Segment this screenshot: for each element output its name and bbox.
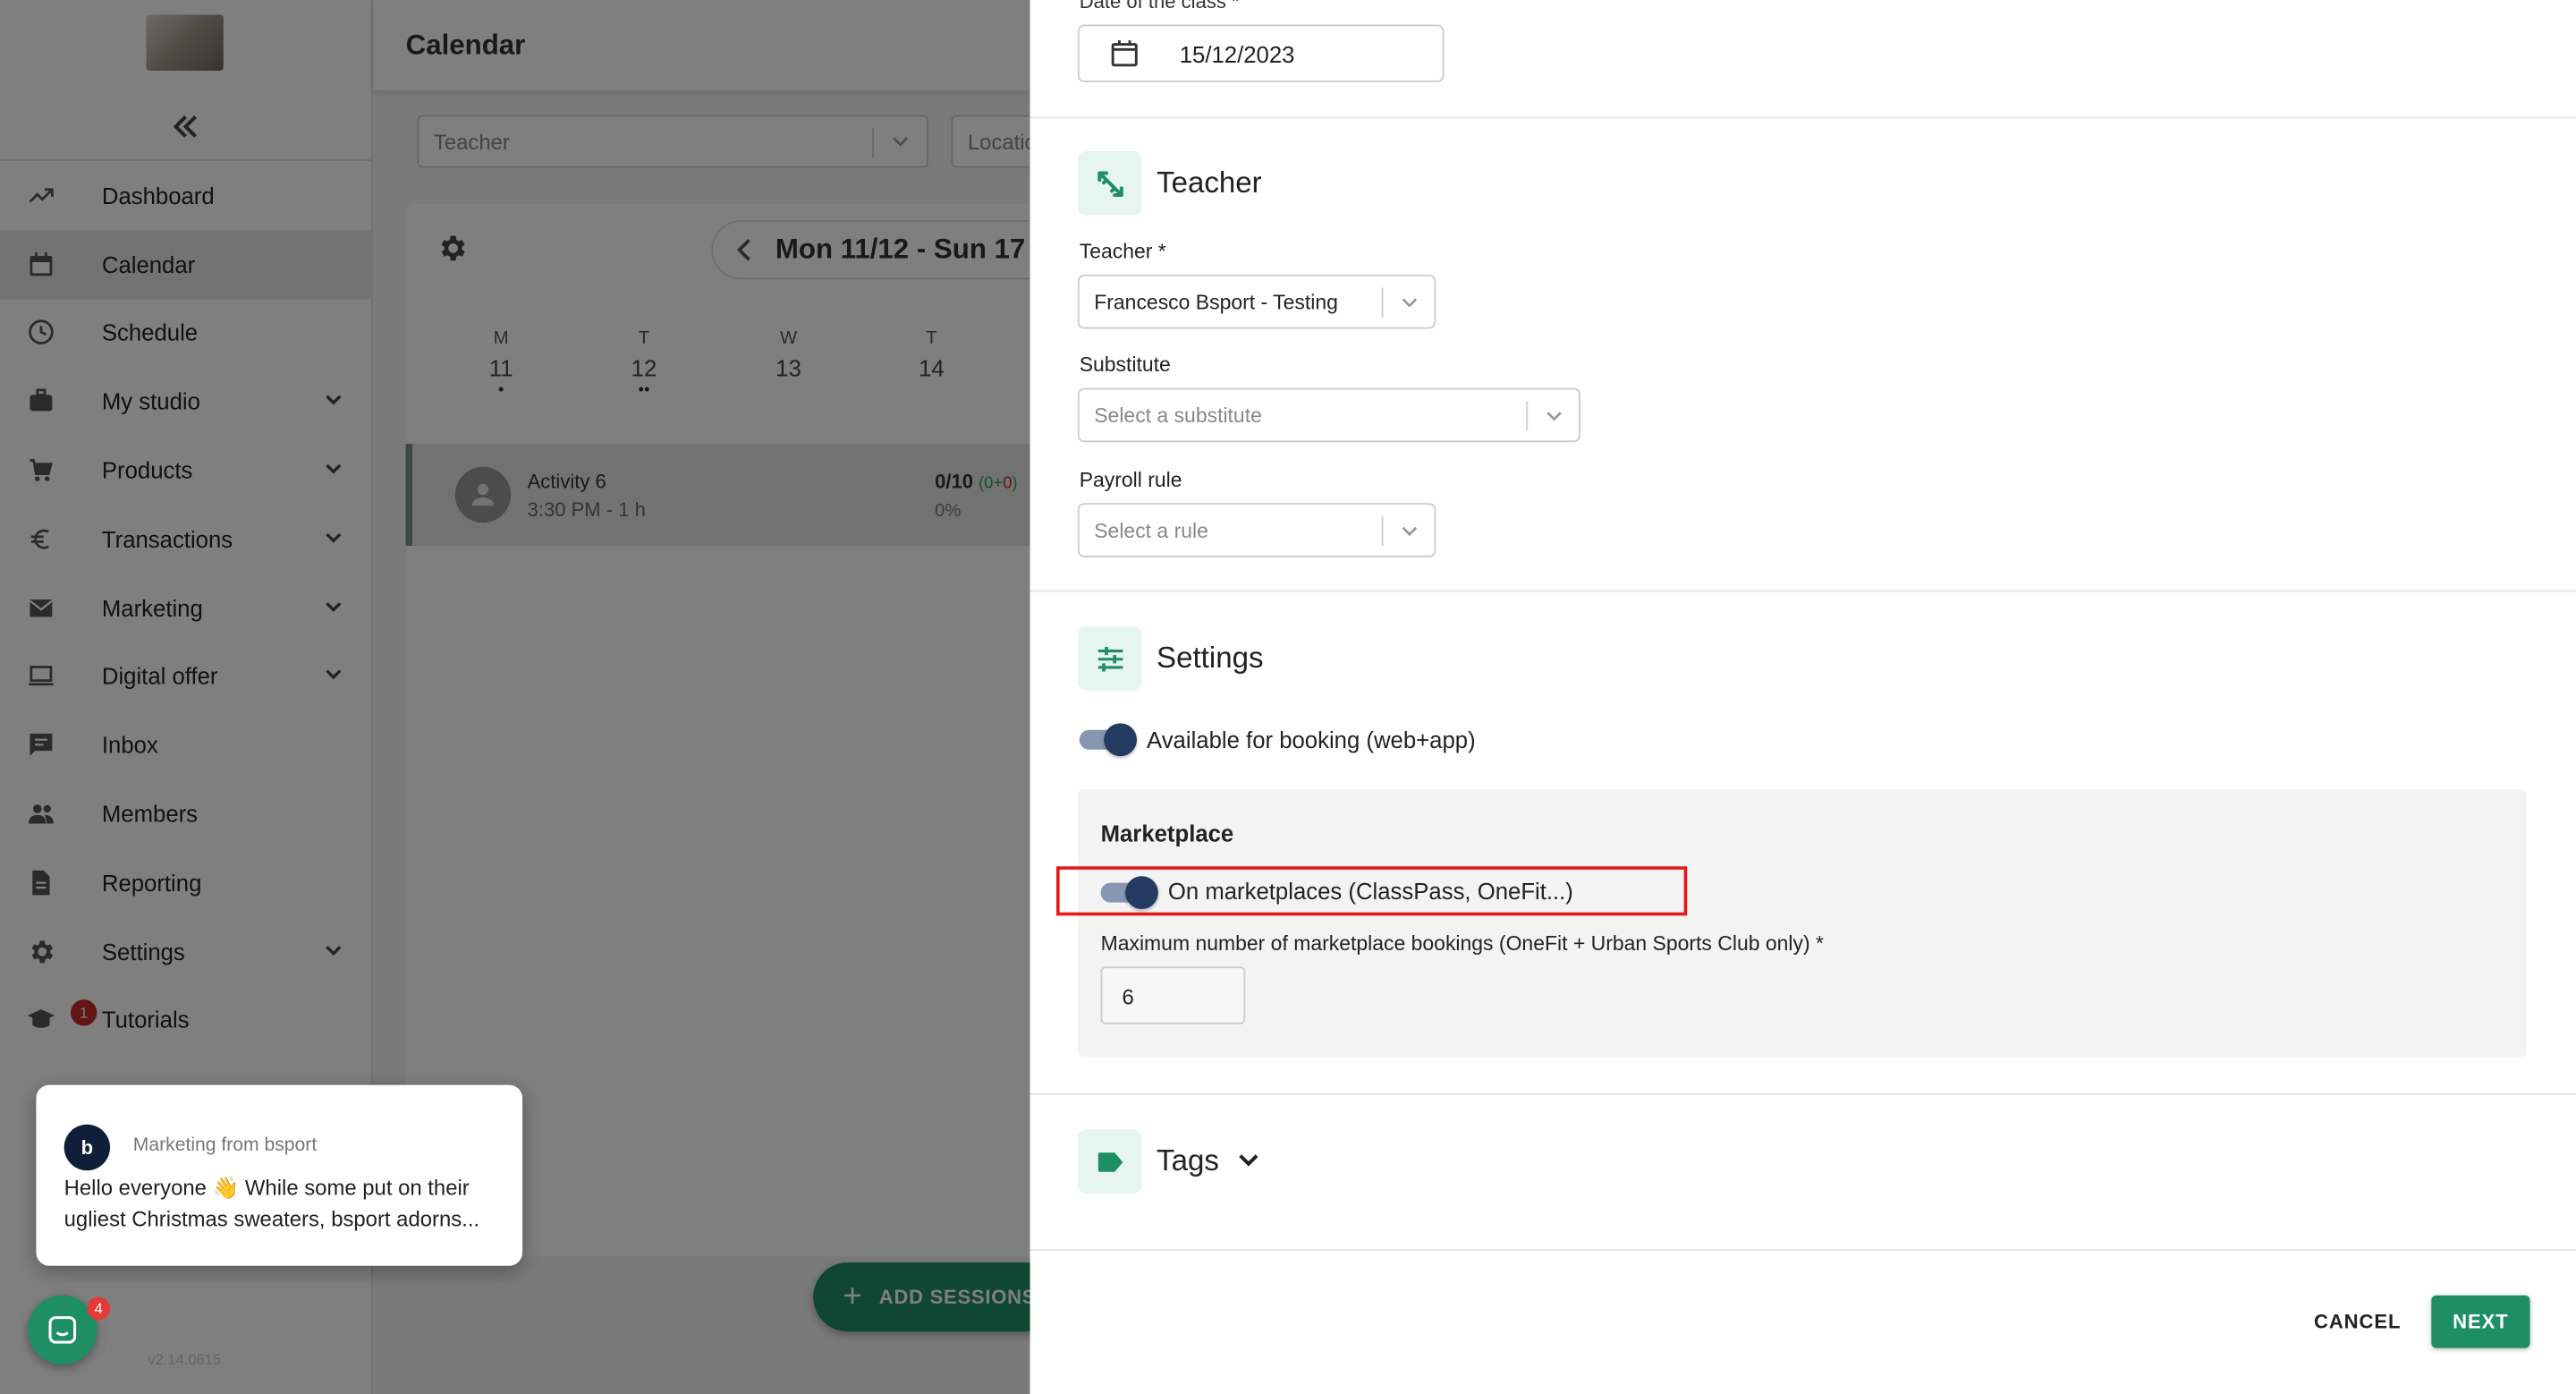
teacher-section-icon — [1077, 151, 1142, 216]
substitute-placeholder: Select a substitute — [1094, 404, 1262, 427]
teacher-select[interactable]: Francesco Bsport - Testing — [1077, 274, 1436, 329]
chevron-down-icon — [1402, 526, 1418, 537]
bsport-logo-icon: b — [64, 1124, 111, 1171]
date-field[interactable]: 15/12/2023 — [1077, 24, 1445, 82]
date-value: 15/12/2023 — [1179, 40, 1295, 67]
marketplace-toggle[interactable] — [1100, 876, 1158, 910]
app-canvas: DashboardCalendarScheduleMy studioProduc… — [0, 0, 2576, 1394]
settings-section-title: Settings — [1157, 641, 1264, 675]
marketplace-panel: Marketplace On marketplaces (ClassPass, … — [1055, 788, 2527, 1058]
notification-popup[interactable]: b Marketing from bsport Hello everyone 👋… — [36, 1084, 523, 1266]
booking-toggle[interactable] — [1079, 723, 1137, 757]
chevron-down-icon — [1402, 298, 1418, 308]
settings-section-icon — [1077, 626, 1142, 691]
payroll-placeholder: Select a rule — [1094, 518, 1208, 542]
teacher-section-title: Teacher — [1157, 166, 1262, 200]
tags-section-title[interactable]: Tags — [1157, 1144, 1219, 1179]
divider — [1030, 116, 2576, 119]
date-label: Date of the class * — [1079, 0, 1240, 13]
cancel-button[interactable]: CANCEL — [2309, 1296, 2405, 1348]
chevron-down-icon[interactable] — [1237, 1149, 1260, 1172]
payroll-label: Payroll rule — [1079, 468, 1182, 492]
popup-message: Hello everyone 👋 While some put on their… — [64, 1175, 480, 1232]
tag-icon — [1077, 1129, 1142, 1194]
divider — [1030, 1092, 2576, 1095]
next-button[interactable]: NEXT — [2431, 1295, 2530, 1348]
class-form-drawer: Date of the class * 15/12/2023 Teacher T… — [1030, 0, 2576, 1394]
max-bookings-label: Maximum number of marketplace bookings (… — [1100, 931, 1824, 956]
booking-toggle-label: Available for booking (web+app) — [1147, 727, 1476, 753]
chat-badge: 4 — [87, 1296, 111, 1321]
teacher-select-value: Francesco Bsport - Testing — [1094, 290, 1338, 314]
marketplace-toggle-label: On marketplaces (ClassPass, OneFit...) — [1167, 878, 1573, 905]
popup-sender: Marketing from bsport — [132, 1135, 318, 1156]
teacher-label: Teacher * — [1079, 240, 1166, 263]
divider — [1030, 590, 2576, 592]
chat-icon — [48, 1316, 77, 1344]
marketplace-title: Marketplace — [1100, 820, 1234, 847]
chevron-down-icon — [1546, 412, 1562, 421]
substitute-select[interactable]: Select a substitute — [1077, 387, 1580, 443]
divider — [1030, 1249, 2576, 1252]
max-bookings-input[interactable]: 6 — [1100, 966, 1246, 1024]
substitute-label: Substitute — [1079, 353, 1171, 377]
calendar-icon — [1111, 40, 1138, 67]
payroll-select[interactable]: Select a rule — [1077, 503, 1436, 557]
